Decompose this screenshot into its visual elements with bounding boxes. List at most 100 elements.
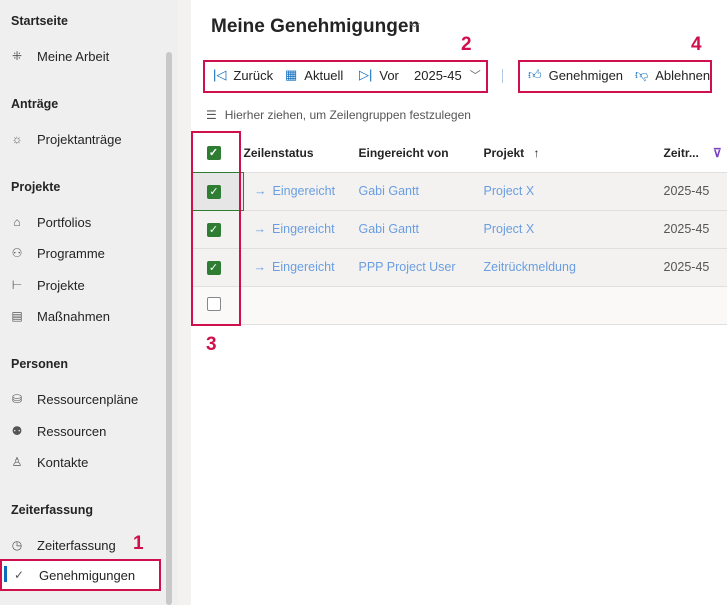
- my-work-icon: ⁜: [11, 49, 23, 63]
- sidebar-item-kontakte[interactable]: ♙ Kontakte: [0, 448, 160, 476]
- project-cell[interactable]: Zeitrückmeldung: [483, 247, 664, 286]
- sidebar-item-label: Portfolios: [37, 214, 92, 230]
- next-label: Vor: [379, 67, 399, 83]
- back-label: Zurück: [233, 67, 274, 83]
- status-value: Eingereicht: [272, 260, 335, 274]
- sidebar-scrollbar[interactable]: [166, 52, 172, 605]
- lightbulb-icon: ☼: [11, 132, 23, 146]
- group-list-icon: ☰: [206, 108, 217, 122]
- annotation-4: 4: [691, 34, 702, 55]
- sidebar-item-ressourcen[interactable]: ⚉ Ressourcen: [0, 417, 160, 445]
- sidebar-item-portfolios[interactable]: ⌂ Portfolios: [0, 208, 160, 236]
- grouping-hint: Hierher ziehen, um Zeilengruppen festzul…: [224, 108, 471, 122]
- submitted-by-cell[interactable]: Gabi Gantt: [358, 209, 484, 248]
- current-button[interactable]: ▦ Aktuell: [285, 67, 343, 83]
- project-cell[interactable]: Project X: [483, 171, 664, 210]
- previous-icon: |◁: [213, 67, 227, 82]
- arrow-right-icon: →: [254, 184, 267, 198]
- highlight-checkboxes: [191, 131, 241, 326]
- next-button[interactable]: ▷| Vor: [359, 67, 399, 83]
- arrow-right-icon: →: [253, 222, 267, 236]
- period-cell: 2025-45: [663, 209, 727, 248]
- approve-button[interactable]: 👍︎ Genehmigen: [528, 67, 623, 83]
- new-row[interactable]: [191, 285, 727, 325]
- sidebar-item-massnahmen[interactable]: ▤ Maßnahmen: [0, 302, 160, 330]
- thumbs-down-icon: 👎︎: [635, 67, 649, 82]
- period-value: 2025-45: [414, 67, 462, 83]
- grouping-drop-zone[interactable]: ☰ Hierher ziehen, um Zeilengruppen festzu…: [206, 108, 471, 122]
- sidebar-item-label: Ressourcen: [37, 423, 107, 439]
- submitted-by-cell[interactable]: PPP Project User: [358, 247, 484, 286]
- program-icon: ⚇: [11, 246, 23, 260]
- column-label: Projekt: [483, 145, 525, 160]
- sidebar-item-label: Genehmigungen: [39, 567, 136, 583]
- status-cell[interactable]: → Eingereicht: [243, 247, 359, 286]
- thumbs-up-icon: 👍︎: [528, 67, 542, 82]
- period-cell: 2025-45: [663, 171, 727, 210]
- column-zeitraum[interactable]: Zeitr... ⊽: [664, 134, 727, 172]
- sort-ascending-icon: ↑: [533, 145, 540, 160]
- table-row[interactable]: ✓ → Eingereicht Gabi Gantt Project X 2025…: [191, 209, 727, 248]
- column-projekt[interactable]: Projekt ↑: [484, 134, 664, 172]
- period-dropdown[interactable]: 2025-45 ﹀: [414, 67, 481, 83]
- back-button[interactable]: |◁ Zurück: [213, 67, 273, 83]
- period-cell: 2025-45: [663, 247, 727, 286]
- approve-label: Genehmigen: [548, 67, 624, 83]
- sidebar-item-label: Kontakte: [37, 454, 89, 470]
- sidebar-item-projektantraege[interactable]: ☼ Projektanträge: [0, 125, 160, 153]
- annotation-3: 3: [206, 334, 217, 355]
- next-icon: ▷|: [359, 67, 373, 82]
- person-icon: ♙: [11, 455, 23, 469]
- sidebar-item-label: Maßnahmen: [37, 308, 110, 324]
- sidebar-item-label: Ressourcenpläne: [37, 391, 139, 407]
- task-icon: ▤: [11, 309, 23, 323]
- sidebar-item-ressourcenplaene[interactable]: ⛁ Ressourcenpläne: [0, 385, 160, 413]
- section-antraege: Anträge: [11, 97, 59, 111]
- sidebar-item-projekte[interactable]: ⊢ Projekte: [0, 271, 160, 299]
- submitted-by-cell[interactable]: Gabi Gantt: [358, 171, 484, 210]
- sidebar-item-label: Projektanträge: [37, 131, 122, 147]
- annotation-1: 1: [133, 533, 144, 554]
- table-header: ✓ Zeilenstatus Eingereicht von Projekt ↑…: [192, 134, 727, 172]
- section-zeiterfassung: Zeiterfassung: [11, 503, 93, 517]
- section-personen: Personen: [11, 357, 68, 371]
- status-value: Eingereicht: [272, 222, 335, 236]
- people-icon: ⚉: [11, 424, 23, 438]
- column-eingereicht-von[interactable]: Eingereicht von: [359, 134, 484, 172]
- sidebar-item-genehmigungen[interactable]: ✓ Genehmigungen: [0, 559, 161, 591]
- table-row[interactable]: ✓ → Eingereicht Gabi Gantt Project X 2025…: [191, 171, 727, 211]
- sidebar-item-programme[interactable]: ⚇ Programme: [0, 239, 160, 267]
- sidebar-item-label: Programme: [37, 245, 105, 261]
- project-icon: ⊢: [11, 278, 23, 292]
- sidebar-item-label: Meine Arbeit: [37, 48, 110, 64]
- current-label: Aktuell: [304, 67, 344, 83]
- sidebar-item-label: Projekte: [37, 277, 85, 293]
- section-projekte: Projekte: [11, 180, 61, 194]
- toolbar-divider: [502, 69, 503, 83]
- reject-button[interactable]: 👎︎ Ablehnen: [635, 67, 710, 83]
- approvals-table: ✓ Zeilenstatus Eingereicht von Projekt ↑…: [191, 134, 727, 325]
- clock-icon: ◷: [11, 538, 23, 552]
- portfolio-icon: ⌂: [13, 215, 21, 229]
- status-value: Eingereicht: [272, 184, 336, 198]
- filter-icon[interactable]: ⊽: [713, 146, 722, 160]
- resource-plan-icon: ⛁: [11, 392, 23, 406]
- arrow-right-icon: →: [253, 260, 267, 274]
- approval-icon: ✓: [13, 568, 25, 582]
- reject-label: Ablehnen: [655, 67, 711, 83]
- status-cell[interactable]: → Eingereicht: [243, 209, 359, 248]
- column-label: Zeitr...: [663, 145, 699, 160]
- status-cell[interactable]: → Eingereicht: [243, 171, 359, 210]
- project-cell[interactable]: Project X: [483, 209, 664, 248]
- sidebar-item-label: Zeiterfassung: [37, 537, 116, 553]
- page-title: Meine Genehmigungen: [211, 16, 421, 37]
- calendar-icon: ▦: [285, 67, 298, 82]
- sidebar-item-meine-arbeit[interactable]: ⁜ Meine Arbeit: [0, 42, 160, 70]
- main-panel: Meine Genehmigungen ﹀ 2 4 |◁ Zurück ▦ Aktu…: [191, 0, 727, 605]
- chevron-down-icon[interactable]: ﹀: [409, 20, 420, 36]
- column-zeilenstatus[interactable]: Zeilenstatus: [244, 134, 359, 172]
- annotation-2: 2: [461, 34, 472, 55]
- chevron-down-icon: ﹀: [469, 70, 481, 82]
- sidebar: Startseite ⁜ Meine Arbeit Anträge ☼ Projek…: [0, 0, 178, 605]
- table-row[interactable]: ✓ → Eingereicht PPP Project User Zeitrück…: [191, 247, 727, 286]
